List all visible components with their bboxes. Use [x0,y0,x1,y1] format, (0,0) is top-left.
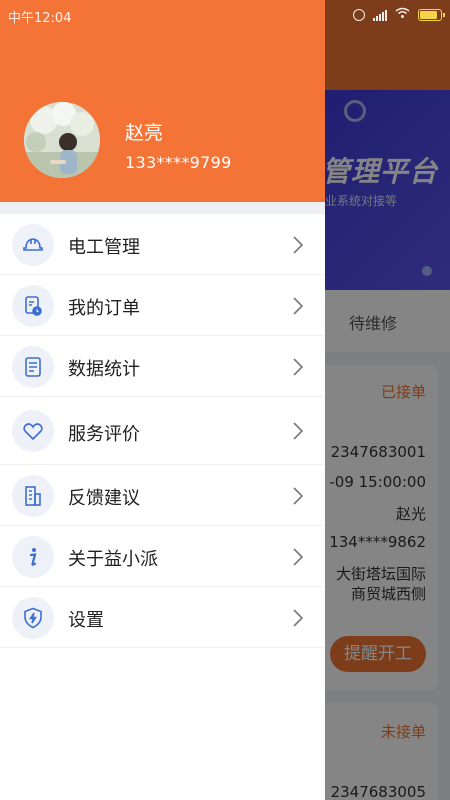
order-list-icon [12,285,54,327]
chevron-right-icon [293,236,303,254]
heart-icon [12,410,54,452]
menu-item-settings[interactable]: 设置 [0,587,325,648]
menu-item-label: 服务评价 [68,424,140,445]
chevron-right-icon [293,297,303,315]
menu-item-service-rating[interactable]: 服务评价 [0,397,325,465]
navigation-drawer: 赵亮 133****9799 电工管理 我的订单 数据统计 服务评价 反馈建议 … [0,0,325,800]
menu-item-label: 关于益小派 [68,549,158,570]
building-feedback-icon [12,475,54,517]
shield-bolt-icon [12,597,54,639]
alarm-icon [353,8,365,21]
chevron-right-icon [293,422,303,440]
avatar[interactable] [24,102,100,178]
chevron-right-icon [293,609,303,627]
status-time: 中午12:04 [8,11,72,26]
status-bar: 中午12:04 [0,0,450,30]
menu-item-label: 反馈建议 [68,488,140,509]
menu-item-data-statistics[interactable]: 数据统计 [0,336,325,397]
drawer-menu: 电工管理 我的订单 数据统计 服务评价 反馈建议 关于益小派 设置 [0,214,325,648]
menu-item-label: 设置 [68,610,104,631]
menu-item-label: 我的订单 [68,298,140,319]
chevron-right-icon [293,358,303,376]
status-icons [353,7,445,22]
drawer-header: 赵亮 133****9799 [0,0,325,202]
chevron-right-icon [293,487,303,505]
menu-item-electrician-management[interactable]: 电工管理 [0,214,325,275]
chevron-right-icon [293,548,303,566]
menu-item-feedback[interactable]: 反馈建议 [0,465,325,526]
helmet-icon [12,224,54,266]
document-stats-icon [12,346,54,388]
battery-icon [418,8,445,21]
user-name: 赵亮 [125,122,164,144]
menu-item-label: 电工管理 [68,237,140,258]
menu-item-my-orders[interactable]: 我的订单 [0,275,325,336]
signal-icon [373,9,387,21]
wifi-icon [395,7,410,22]
user-phone: 133****9799 [125,153,232,172]
menu-item-about[interactable]: 关于益小派 [0,526,325,587]
menu-item-label: 数据统计 [68,359,140,380]
info-icon [12,536,54,578]
divider [0,202,325,214]
